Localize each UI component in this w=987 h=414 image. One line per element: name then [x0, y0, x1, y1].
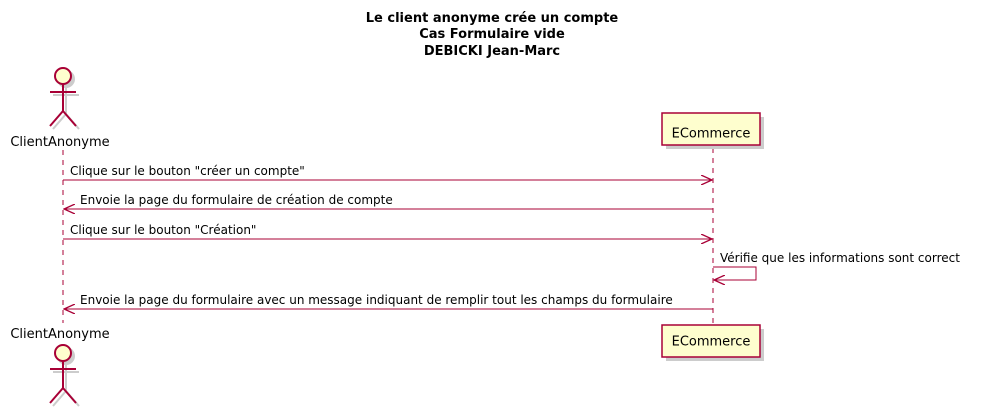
participant-box-bottom: ECommerce — [661, 324, 764, 361]
sequence-diagram: Le client anonyme crée un compte Cas For… — [10, 11, 960, 407]
actor-figure-top — [49, 67, 80, 130]
participant-label-bottom: ECommerce — [672, 335, 751, 350]
participant-label-top: ECommerce — [672, 127, 751, 142]
actor-label-bottom: ClientAnonyme — [10, 327, 109, 342]
message-arrow-4-self — [713, 266, 757, 280]
message-label-2: Envoie la page du formulaire de création… — [80, 193, 393, 207]
diagram-title-line-2: Cas Formulaire vide — [419, 27, 565, 42]
message-label-4: Vérifie que les informations sont correc… — [720, 251, 960, 265]
actor-figure-bottom — [49, 344, 80, 407]
message-label-1: Clique sur le bouton "créer un compte" — [70, 164, 305, 178]
diagram-title-line-3: DEBICKI Jean-Marc — [424, 44, 560, 59]
message-label-3: Clique sur le bouton "Création" — [70, 223, 256, 237]
diagram-title-line-1: Le client anonyme crée un compte — [366, 11, 619, 26]
actor-label-top: ClientAnonyme — [10, 135, 109, 150]
participant-box-top: ECommerce — [661, 112, 764, 149]
message-label-5: Envoie la page du formulaire avec un mes… — [80, 293, 673, 307]
